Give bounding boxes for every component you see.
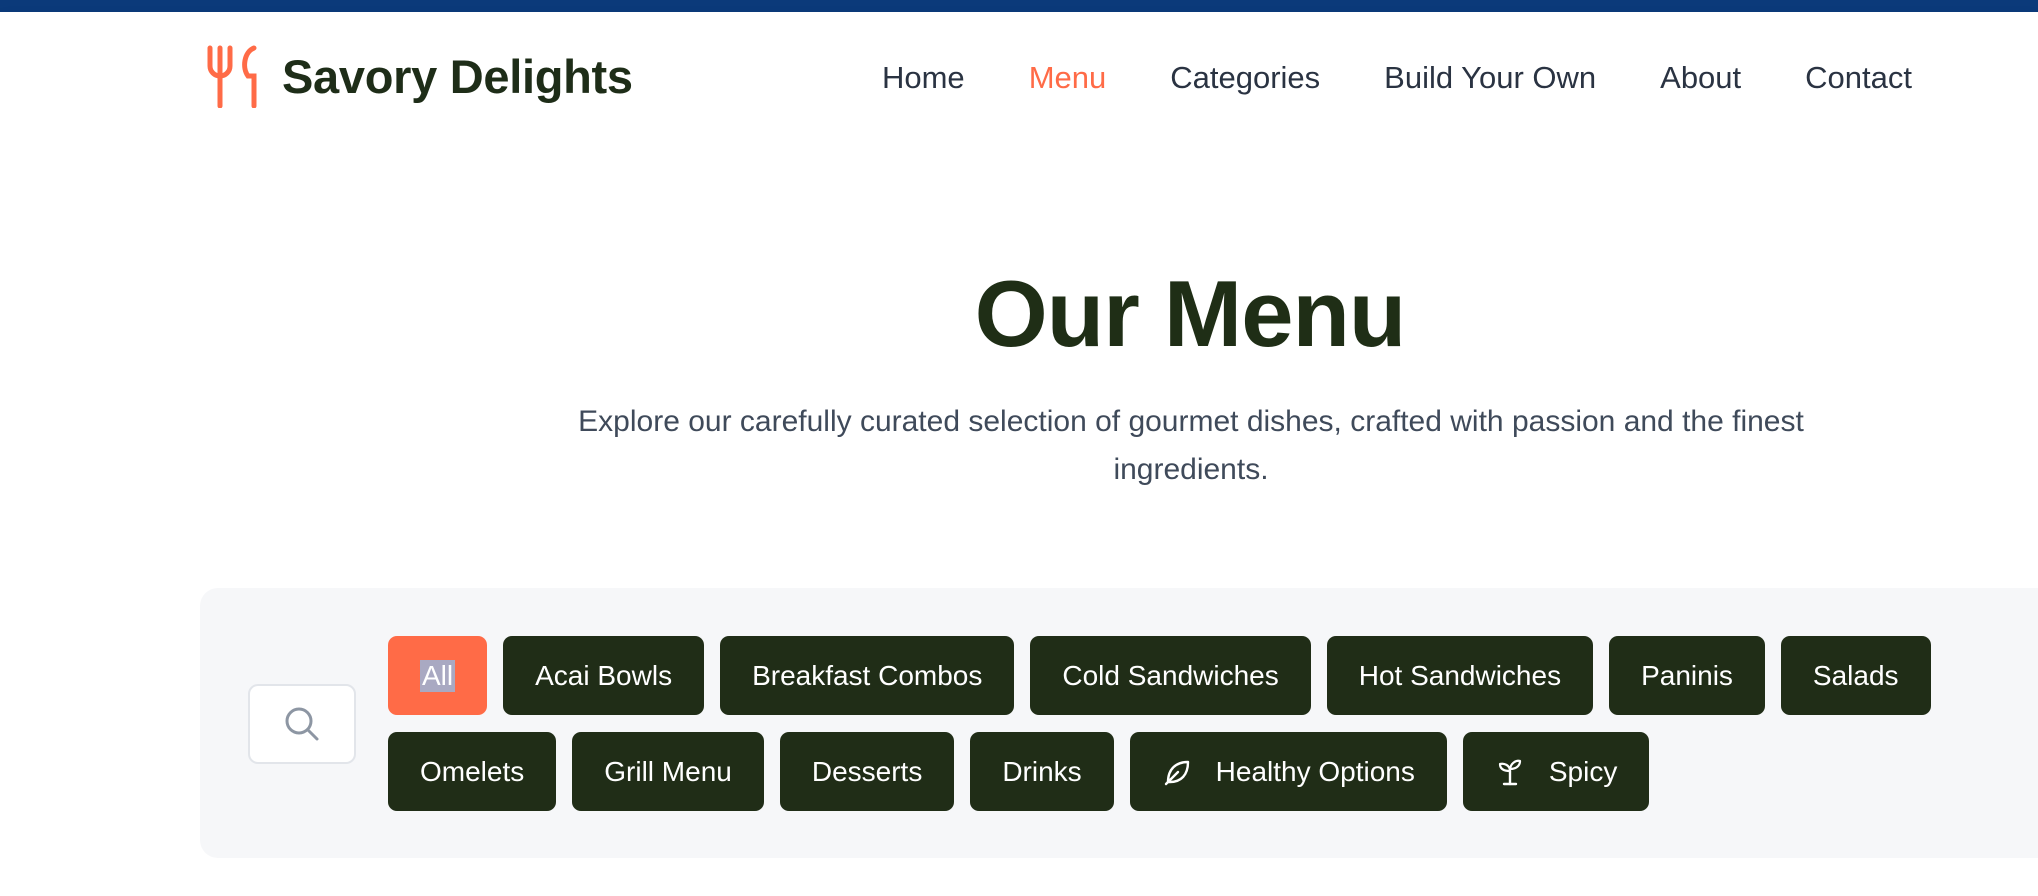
nav-categories[interactable]: Categories [1170,56,1320,100]
chip-label: Spicy [1548,755,1618,787]
chip-salads[interactable]: Salads [1780,636,1931,715]
chip-label: Healthy Options [1215,755,1415,787]
chip-row-1: All Acai Bowls Breakfast Combos Cold San… [388,636,2038,715]
search-button[interactable] [248,684,356,764]
page-title: Our Menu [974,261,1407,366]
top-accent-bar [0,0,2038,12]
chip-acai-bowls[interactable]: Acai Bowls [503,636,705,715]
site-header: Savory Delights Home Menu Categories Bui… [0,12,2038,140]
nav-build-your-own[interactable]: Build Your Own [1384,56,1596,100]
chip-breakfast-combos[interactable]: Breakfast Combos [720,636,1015,715]
nav-contact[interactable]: Contact [1805,56,1912,100]
category-chips: All Acai Bowls Breakfast Combos Cold San… [388,636,2038,828]
brand-name: Savory Delights [282,49,633,103]
filter-panel: All Acai Bowls Breakfast Combos Cold San… [200,588,2038,858]
menu-hero: Our Menu Explore our carefully curated s… [0,140,2038,570]
chip-omelets[interactable]: Omelets [388,732,557,811]
chip-row-2: Omelets Grill Menu Desserts Drinks Healt… [388,732,2038,811]
chip-desserts[interactable]: Desserts [779,732,955,811]
sprout-icon [1498,759,1521,785]
chip-grill-menu[interactable]: Grill Menu [572,732,764,811]
chip-hot-sandwiches[interactable]: Hot Sandwiches [1326,636,1594,715]
nav-home[interactable]: Home [882,56,965,100]
chip-healthy-options[interactable]: Healthy Options [1129,732,1447,811]
chip-spicy[interactable]: Spicy [1462,732,1650,811]
chip-all[interactable]: All [388,636,488,715]
chip-label: All [420,659,456,692]
nav-menu[interactable]: Menu [1029,56,1107,100]
nav-about[interactable]: About [1660,56,1741,100]
search-icon [285,707,319,741]
chip-drinks[interactable]: Drinks [970,732,1114,811]
chip-paninis[interactable]: Paninis [1609,636,1765,715]
chip-cold-sandwiches[interactable]: Cold Sandwiches [1030,636,1311,715]
main-nav: Home Menu Categories Build Your Own Abou… [882,56,1912,100]
page-subtitle: Explore our carefully curated selection … [578,405,1804,486]
fork-knife-icon [207,45,257,108]
brand-logo[interactable]: Savory Delights [204,44,633,108]
leaf-icon [1164,760,1189,785]
